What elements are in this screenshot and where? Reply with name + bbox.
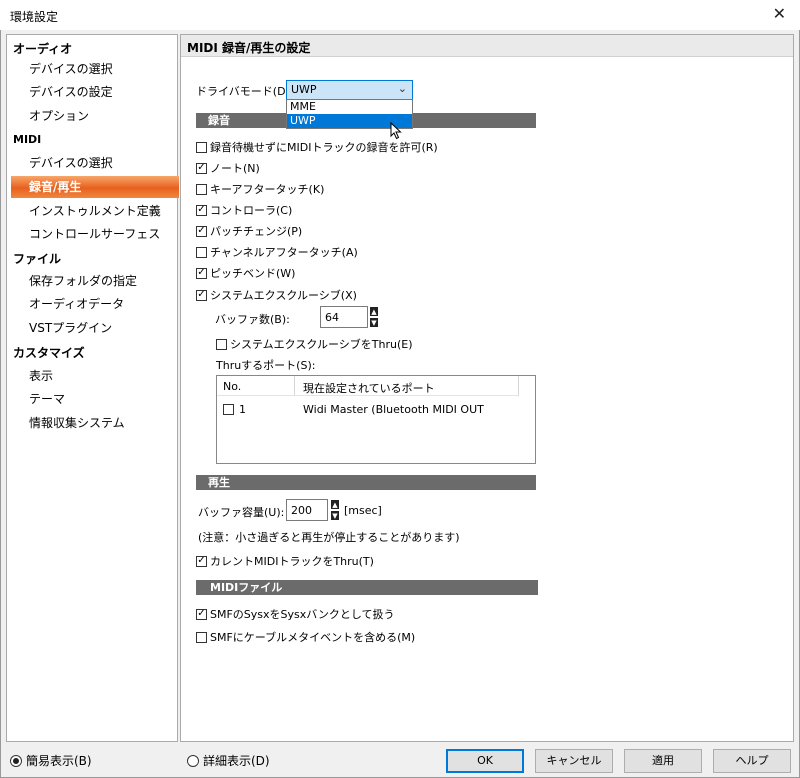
checkbox-label: カレントMIDIトラックをThru(T) — [210, 555, 374, 568]
checkbox-label: パッチチェンジ(P) — [210, 225, 303, 238]
checkbox-box[interactable]: ✓ — [196, 162, 207, 174]
radio-label: 簡易表示(B) — [26, 754, 92, 768]
checkbox-current-midi-thru[interactable]: ✓ カレントMIDIトラックをThru(T) — [196, 553, 374, 569]
sidebar-item-save-folder[interactable]: 保存フォルダの指定 — [27, 271, 175, 291]
cancel-button[interactable]: キャンセル — [535, 749, 613, 773]
thru-ports-label: Thruするポート(S): — [216, 359, 316, 372]
sidebar-item-audio-options[interactable]: オプション — [27, 106, 175, 126]
checkbox-box[interactable]: ✓ — [196, 608, 207, 620]
checkbox-box[interactable]: ✓ — [196, 555, 207, 567]
checkbox-label: SMFのSysxをSysxバンクとして扱う — [210, 608, 395, 621]
checkbox-box[interactable]: ✓ — [196, 204, 207, 216]
checkbox-controller[interactable]: ✓ コントローラ(C) — [196, 202, 292, 218]
sidebar-item-display[interactable]: 表示 — [27, 366, 175, 386]
thru-ports-table: No. 現在設定されているポート 1 Widi Master (Bluetoot… — [216, 375, 536, 464]
radio-simple-view[interactable]: 簡易表示(B) — [10, 752, 92, 769]
driver-mode-label: ドライバモード(D): — [196, 85, 294, 98]
radio-button[interactable] — [187, 754, 199, 767]
title-bar: 環境設定 ✕ — [0, 0, 800, 30]
sidebar-item-vst-plugin[interactable]: VSTプラグイン — [27, 318, 175, 338]
checkbox-sysex-thru[interactable]: システムエクスクルーシブをThru(E) — [216, 336, 413, 352]
page-title: MIDI 録音/再生の設定 — [181, 35, 793, 57]
checkbox-pitch-bend[interactable]: ✓ ピッチベンド(W) — [196, 265, 295, 281]
window-title: 環境設定 — [10, 10, 59, 24]
driver-mode-value: UWP — [291, 83, 317, 96]
checkbox-box[interactable] — [216, 338, 227, 350]
help-button[interactable]: ヘルプ — [713, 749, 791, 773]
playback-buffer-label: バッファ容量(U): — [198, 506, 285, 519]
checkbox-patch-change[interactable]: ✓ パッチチェンジ(P) — [196, 223, 302, 239]
column-header-port[interactable]: 現在設定されているポート — [295, 376, 519, 396]
checkbox-label: キーアフタータッチ(K) — [210, 183, 325, 196]
checkbox-label: システムエクスクルーシブ(X) — [210, 289, 357, 302]
midi-file-section-header: MIDIファイル — [196, 580, 538, 595]
row-port-name: Widi Master (Bluetooth MIDI OUT — [303, 403, 484, 416]
playback-note: (注意：小さ過ぎると再生が停止することがあります) — [198, 531, 460, 544]
checkbox-system-exclusive[interactable]: ✓ システムエクスクルーシブ(X) — [196, 287, 357, 303]
sidebar-item-control-surface[interactable]: コントロールサーフェス — [27, 224, 175, 244]
checkbox-label: ノート(N) — [210, 162, 260, 175]
checkbox-label: SMFにケーブルメタイベントを含める(M) — [210, 631, 416, 644]
checkbox-box[interactable]: ✓ — [196, 225, 207, 237]
close-icon[interactable]: ✕ — [773, 4, 786, 23]
chevron-down-icon: ⌄ — [397, 82, 407, 95]
sidebar-item-theme[interactable]: テーマ — [27, 389, 175, 409]
driver-mode-select[interactable]: UWP ⌄ — [286, 80, 413, 100]
sidebar-item-info-collection[interactable]: 情報収集システム — [27, 413, 175, 433]
checkbox-label: チャンネルアフタータッチ(A) — [210, 246, 358, 259]
sidebar-item-audio-device-select[interactable]: デバイスの選択 — [27, 59, 175, 79]
sidebar-header-file: ファイル — [13, 252, 62, 266]
checkbox-label: ピッチベンド(W) — [210, 267, 296, 280]
row-no: 1 — [239, 403, 246, 416]
buffer-count-label: バッファ数(B): — [215, 313, 290, 326]
radio-label: 詳細表示(D) — [203, 754, 270, 768]
checkbox-box[interactable] — [196, 246, 207, 258]
checkbox-smf-sysx-bank[interactable]: ✓ SMFのSysxをSysxバンクとして扱う — [196, 606, 395, 622]
sidebar-item-midi-record-play[interactable]: 録音/再生 — [11, 176, 179, 198]
sidebar-header-midi: MIDI — [13, 133, 42, 146]
sidebar-header-audio: オーディオ — [13, 42, 73, 56]
dropdown-option-mme[interactable]: MME — [287, 100, 412, 114]
spin-up-icon[interactable]: ▲ — [369, 306, 379, 317]
sidebar-item-instrument-definition[interactable]: インストゥルメント定義 — [27, 201, 175, 221]
checkbox-box[interactable]: ✓ — [196, 267, 207, 279]
playback-buffer-stepper[interactable]: ▲ ▼ — [330, 499, 340, 521]
sidebar-item-audio-device-settings[interactable]: デバイスの設定 — [27, 82, 175, 102]
checkbox-box[interactable] — [196, 183, 207, 195]
mouse-cursor-icon — [390, 122, 402, 140]
apply-button[interactable]: 適用 — [624, 749, 702, 773]
checkbox-smf-cable-meta[interactable]: SMFにケーブルメタイベントを含める(M) — [196, 629, 415, 645]
checkbox-box[interactable] — [196, 141, 207, 153]
table-row[interactable]: 1 — [223, 403, 246, 416]
checkbox-box[interactable]: ✓ — [196, 289, 207, 301]
radio-detail-view[interactable]: 詳細表示(D) — [187, 752, 270, 769]
checkbox-note[interactable]: ✓ ノート(N) — [196, 160, 260, 176]
column-header-no[interactable]: No. — [217, 376, 295, 396]
checkbox-box[interactable] — [196, 631, 207, 643]
checkbox-label: システムエクスクルーシブをThru(E) — [230, 338, 413, 351]
spin-down-icon[interactable]: ▼ — [330, 510, 340, 521]
checkbox-label: 録音待機せずにMIDIトラックの録音を許可(R) — [210, 141, 438, 154]
spin-up-icon[interactable]: ▲ — [330, 499, 340, 510]
buffer-count-input[interactable]: 64 — [320, 306, 368, 328]
radio-button[interactable] — [10, 754, 22, 767]
ok-button[interactable]: OK — [446, 749, 524, 773]
sidebar-item-audio-data[interactable]: オーディオデータ — [27, 294, 175, 314]
checkbox-record-without-standby[interactable]: 録音待機せずにMIDIトラックの録音を許可(R) — [196, 139, 438, 155]
checkbox-channel-aftertouch[interactable]: チャンネルアフタータッチ(A) — [196, 244, 358, 260]
sidebar-header-customize: カスタマイズ — [13, 346, 85, 360]
sidebar: オーディオ デバイスの選択 デバイスの設定 オプション MIDI デバイスの選択… — [6, 34, 179, 742]
playback-section-header: 再生 — [196, 475, 536, 490]
checkbox-label: コントローラ(C) — [210, 204, 293, 217]
checkbox-box[interactable] — [223, 404, 234, 415]
sidebar-item-midi-device-select[interactable]: デバイスの選択 — [27, 153, 175, 173]
playback-buffer-unit: [msec] — [344, 504, 382, 517]
playback-buffer-input[interactable]: 200 — [286, 499, 328, 521]
spin-down-icon[interactable]: ▼ — [369, 317, 379, 328]
checkbox-key-aftertouch[interactable]: キーアフタータッチ(K) — [196, 181, 324, 197]
buffer-count-stepper[interactable]: ▲ ▼ — [369, 306, 379, 328]
